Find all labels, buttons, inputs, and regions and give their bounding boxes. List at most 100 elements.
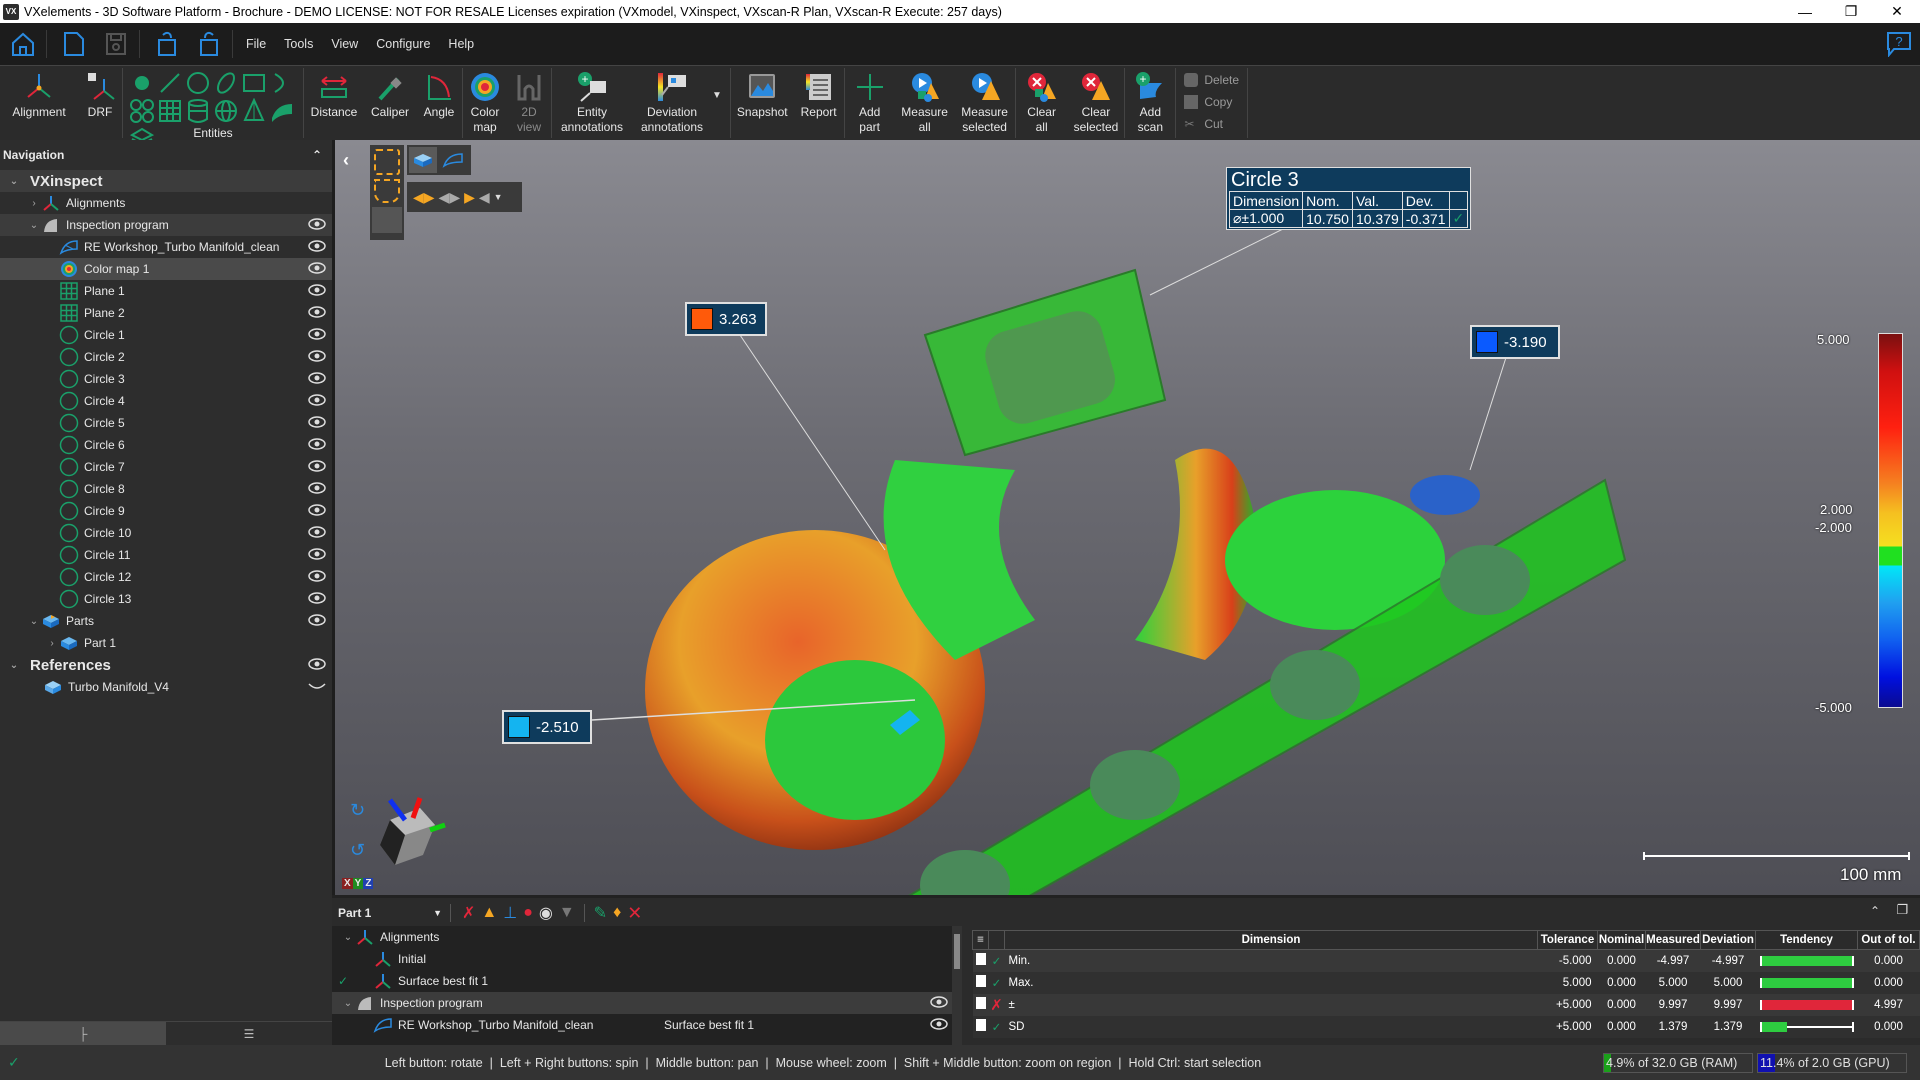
chevron-right-icon[interactable]: ›	[28, 198, 40, 209]
eye-icon[interactable]	[930, 995, 948, 1012]
tree-parts[interactable]: ⌄ Parts	[0, 610, 332, 632]
tree-view-tab[interactable]: ├	[0, 1022, 166, 1045]
tree-item[interactable]: Circle 8	[0, 478, 332, 500]
chevron-down-icon[interactable]: ⌄	[28, 220, 40, 231]
delete-icon[interactable]: ✕	[627, 903, 642, 924]
tree-item[interactable]: Circle 5	[0, 412, 332, 434]
menu-configure[interactable]: Configure	[367, 37, 439, 51]
row-checkbox[interactable]	[972, 993, 989, 1016]
entities-filter-icon[interactable]: ▲	[481, 904, 497, 922]
tree-item[interactable]: Circle 10	[0, 522, 332, 544]
tree-root-vxinspect[interactable]: ⌄ VXinspect	[0, 170, 332, 192]
drf-button[interactable]: DRF	[78, 68, 122, 120]
column-menu-icon[interactable]: ≡	[972, 930, 989, 950]
delete-button[interactable]: Delete	[1184, 70, 1239, 89]
clear-results-icon[interactable]: ✗	[462, 903, 475, 923]
eye-icon[interactable]	[308, 459, 326, 476]
tree-item[interactable]: Circle 9	[0, 500, 332, 522]
col-dimension[interactable]: Dimension	[1004, 930, 1538, 950]
tree-item[interactable]: Circle 2	[0, 346, 332, 368]
col-measured[interactable]: Measured	[1645, 930, 1701, 950]
tree-item[interactable]: Circle 11	[0, 544, 332, 566]
tree-item[interactable]: Circle 4	[0, 390, 332, 412]
report-button[interactable]: Report	[794, 68, 844, 120]
list-view-tab[interactable]: ☰	[166, 1022, 332, 1045]
chevron-right-icon[interactable]: ›	[46, 638, 58, 649]
point-icon[interactable]	[129, 70, 155, 96]
view-cube[interactable]: ↻ ↺	[345, 780, 455, 880]
measure-all-button[interactable]: Measure all	[895, 68, 955, 135]
curve-icon[interactable]	[269, 70, 295, 96]
part-selector[interactable]: Part 1 ▼	[332, 906, 442, 920]
eye-icon[interactable]	[308, 217, 326, 234]
cut-button[interactable]: ✂ Cut	[1184, 114, 1239, 133]
deviation-annotations-button[interactable]: Deviation annotations	[632, 68, 712, 135]
funnel-icon[interactable]: ▼	[559, 904, 575, 922]
deviation-callout[interactable]: 3.263	[685, 302, 767, 336]
ptree-alignments[interactable]: ⌄ Alignments	[332, 926, 962, 948]
measure-selected-button[interactable]: Measure selected	[955, 68, 1015, 135]
cone-icon[interactable]	[241, 98, 267, 124]
chevron-down-icon[interactable]: ⌄	[342, 932, 354, 943]
new-file-button[interactable]	[59, 29, 89, 59]
col-deviation[interactable]: Deviation	[1700, 930, 1756, 950]
ptree-initial[interactable]: Initial	[332, 948, 962, 970]
link-entities-icon[interactable]: ♦	[613, 904, 621, 922]
cylinder-icon[interactable]	[185, 98, 211, 124]
circle-3-callout[interactable]: Circle 3 Dimension Nom. Val. Dev. ⌀±1.00…	[1226, 167, 1472, 230]
alignment-button[interactable]: Alignment	[0, 68, 78, 120]
redo-button[interactable]	[194, 29, 224, 59]
ptree-inspection-program[interactable]: ⌄ Inspection program	[332, 992, 962, 1014]
copy-button[interactable]: Copy	[1184, 92, 1239, 111]
eye-icon[interactable]	[308, 305, 326, 322]
eye-icon[interactable]	[308, 239, 326, 256]
tree-item[interactable]: Circle 7	[0, 456, 332, 478]
tree-item[interactable]: Color map 1	[0, 258, 332, 280]
eye-icon[interactable]	[308, 327, 326, 344]
tree-item[interactable]: Circle 3	[0, 368, 332, 390]
eye-icon[interactable]	[308, 481, 326, 498]
visibility-filter-icon[interactable]: ◉	[539, 903, 553, 923]
line-icon[interactable]	[157, 70, 183, 96]
clear-selected-button[interactable]: Clear selected	[1068, 68, 1125, 135]
panel-float-button[interactable]: ❐	[1896, 902, 1908, 918]
eye-icon[interactable]	[930, 1017, 948, 1034]
menu-help[interactable]: Help	[439, 37, 483, 51]
add-part-button[interactable]: Add part	[845, 68, 895, 135]
tree-references[interactable]: ⌄ References	[0, 654, 332, 676]
undo-button[interactable]	[152, 29, 182, 59]
menu-tools[interactable]: Tools	[275, 37, 322, 51]
tree-item[interactable]: Circle 6	[0, 434, 332, 456]
menu-view[interactable]: View	[322, 37, 367, 51]
tree-reference-item[interactable]: Turbo Manifold_V4	[0, 676, 332, 698]
eye-icon[interactable]	[308, 283, 326, 300]
tree-item[interactable]: Circle 13	[0, 588, 332, 610]
tree-item[interactable]: Plane 1	[0, 280, 332, 302]
row-checkbox[interactable]	[972, 971, 989, 994]
eye-icon[interactable]	[308, 349, 326, 366]
eye-icon[interactable]	[308, 371, 326, 388]
circle-icon[interactable]	[185, 70, 211, 96]
add-scan-button[interactable]: + Add scan	[1125, 68, 1175, 135]
minimize-button[interactable]: —	[1782, 0, 1828, 23]
maximize-button[interactable]: ❐	[1828, 0, 1874, 23]
chevron-down-icon[interactable]: ⌄	[28, 616, 40, 627]
clear-all-button[interactable]: Clear all	[1016, 68, 1068, 135]
plane-icon[interactable]	[157, 98, 183, 124]
col-tendency[interactable]: Tendency	[1755, 930, 1858, 950]
tree-item[interactable]: Plane 2	[0, 302, 332, 324]
chevron-down-icon[interactable]: ⌄	[342, 998, 354, 1009]
table-row[interactable]: ✓ Max. 5.000 0.000 5.000 5.000 0.000	[972, 971, 1920, 994]
eye-closed-icon[interactable]	[308, 679, 326, 696]
alignment-filter-icon[interactable]: ⊥	[503, 903, 517, 923]
row-checkbox[interactable]	[972, 949, 989, 972]
eye-icon[interactable]	[308, 415, 326, 432]
tree-item[interactable]: RE Workshop_Turbo Manifold_clean	[0, 236, 332, 258]
deviation-annotations-dropdown[interactable]: ▼	[712, 68, 730, 101]
deviation-callout[interactable]: -2.510	[502, 710, 592, 744]
snapshot-button[interactable]: Snapshot	[731, 68, 794, 120]
table-row[interactable]: ✗ ± +5.000 0.000 9.997 9.997 4.997	[972, 993, 1920, 1016]
eye-icon[interactable]	[308, 503, 326, 520]
ptree-surface-best-fit[interactable]: ✓ Surface best fit 1	[332, 970, 962, 992]
sphere-icon[interactable]	[213, 98, 239, 124]
